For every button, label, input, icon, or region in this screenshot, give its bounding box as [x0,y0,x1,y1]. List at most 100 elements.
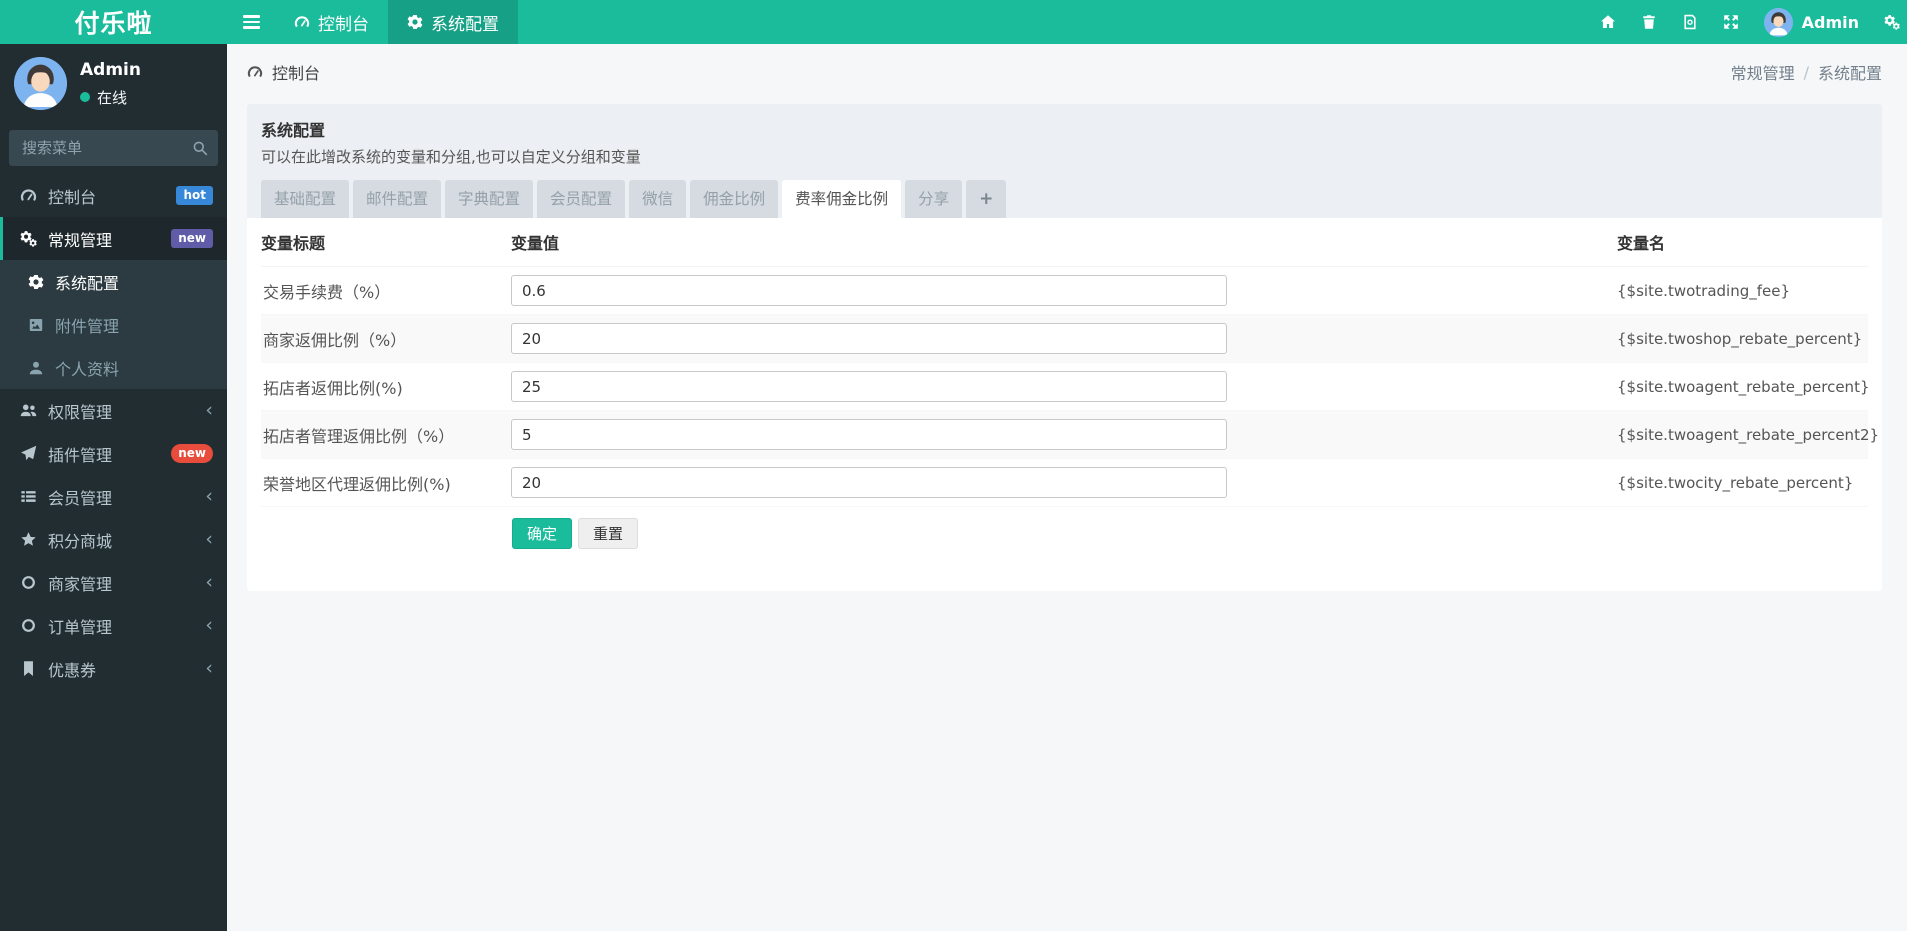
tab-mail-config[interactable]: 邮件配置 [353,180,442,218]
confirm-button[interactable]: 确定 [512,518,573,549]
home-button[interactable] [1588,0,1629,44]
page-title: 系统配置 [261,121,326,140]
table-row: 拓店者管理返佣比例（%） {$site.twoagent_rebate_perc… [261,411,1879,459]
config-table: 变量标题 变量值 变量名 交易手续费（%） {$site.twotrading_… [247,218,1882,591]
tab-commission-ratio[interactable]: 佣金比例 [690,180,779,218]
variable-name: {$site.twocity_rebate_percent} [1617,473,1854,492]
sidebar-item-merchant-management[interactable]: 商家管理 ‹ [0,561,227,604]
variable-title: 拓店者返佣比例(%) [263,378,403,398]
top-bar: 付乐啦 控制台 系统配置 Admin [0,0,1907,44]
log-button[interactable] [1670,0,1711,44]
sidebar-search [9,130,218,166]
sidebar-item-points-mall[interactable]: 积分商城 ‹ [0,518,227,561]
sidebar-toggle-button[interactable] [227,0,275,44]
chevron-left-icon: ‹ [205,614,213,636]
expand-icon [1723,14,1739,30]
breadcrumb-left[interactable]: 控制台 [247,60,320,84]
variable-value-input[interactable] [511,323,1227,354]
table-row: 荣誉地区代理返佣比例(%) {$site.twocity_rebate_perc… [261,459,1868,507]
reset-button[interactable]: 重置 [578,518,639,549]
sidebar-item-plugin-management[interactable]: 插件管理 new [0,432,227,475]
gear-icon [28,274,44,290]
table-row: 商家返佣比例（%） {$site.twoshop_rebate_percent} [261,315,1868,363]
brand-logo[interactable]: 付乐啦 [0,0,227,44]
sidebar-item-coupon[interactable]: 优惠券 ‹ [0,647,227,690]
sidebar-item-permission-management[interactable]: 权限管理 ‹ [0,389,227,432]
new-badge: new [171,444,213,463]
breadcrumb-current: 系统配置 [1817,64,1882,83]
topnav-item-dashboard[interactable]: 控制台 [275,0,388,44]
chevron-left-icon: ‹ [205,399,213,421]
variable-value-input[interactable] [511,371,1227,402]
sidebar-user-name: Admin [80,59,141,80]
gear-icon [407,14,423,30]
bookmark-icon [20,660,37,677]
log-icon [1682,14,1698,30]
breadcrumb-parent[interactable]: 常规管理 [1731,60,1795,84]
tachometer-icon [20,187,37,204]
clear-cache-button[interactable] [1629,0,1670,44]
add-tab-button[interactable]: + [966,180,1007,218]
sidebar-item-general-management[interactable]: 常规管理 new [0,217,227,260]
topnav-item-system-config[interactable]: 系统配置 [388,0,518,44]
avatar [1763,7,1793,37]
trash-icon [1641,14,1657,30]
chevron-left-icon: ‹ [205,485,213,507]
variable-title: 交易手续费（%） [263,282,391,302]
sidebar-item-member-management[interactable]: 会员管理 ‹ [0,475,227,518]
sidebar-submenu: 系统配置 附件管理 个人资料 [0,260,227,389]
top-nav: 控制台 系统配置 Admin [227,0,1907,44]
sidebar-item-attachment-management[interactable]: 附件管理 [0,303,227,346]
fullscreen-button[interactable] [1711,0,1752,44]
user-menu[interactable]: Admin [1752,7,1871,37]
variable-title: 商家返佣比例（%） [263,330,407,350]
sidebar-user-panel: Admin 在线 [0,44,227,124]
topnav-right: Admin [1588,0,1907,44]
cogs-icon [1884,14,1900,30]
tab-rate-commission-ratio[interactable]: 费率佣金比例 [782,180,902,218]
variable-name: {$site.twoshop_rebate_percent} [1617,329,1863,348]
tab-share[interactable]: 分享 [905,180,963,218]
circle-icon [20,617,37,634]
chevron-left-icon: ‹ [205,528,213,550]
online-status-label: 在线 [97,88,128,107]
variable-title: 拓店者管理返佣比例（%） [263,426,455,446]
header-variable-name: 变量名 [1617,234,1666,253]
tab-member-config[interactable]: 会员配置 [537,180,626,218]
variable-value-input[interactable] [511,467,1227,498]
tachometer-icon [247,64,263,80]
tab-wechat[interactable]: 微信 [629,180,687,218]
sidebar-item-system-config[interactable]: 系统配置 [0,260,227,303]
config-tabs: 基础配置 邮件配置 字典配置 会员配置 微信 佣金比例 费率佣金比例 分享 + [261,180,1868,218]
table-header-row: 变量标题 变量值 变量名 [261,218,1868,267]
form-actions: 确定 重置 [261,507,1868,549]
sidebar: Admin 在线 控制台 hot 常规管理 new 系统配置 [0,44,227,931]
table-row: 拓店者返佣比例(%) {$site.twoagent_rebate_percen… [261,363,1870,411]
online-status-dot [80,92,90,102]
avatar[interactable] [14,57,67,110]
header-variable-value: 变量值 [511,234,560,253]
home-icon [1600,14,1616,30]
tab-dictionary-config[interactable]: 字典配置 [445,180,534,218]
file-image-icon [28,317,44,333]
users-icon [20,402,37,419]
sidebar-item-profile[interactable]: 个人资料 [0,346,227,389]
sidebar-item-dashboard[interactable]: 控制台 hot [0,174,227,217]
tab-basic-config[interactable]: 基础配置 [261,180,350,218]
star-icon [20,531,37,548]
circle-icon [20,574,37,591]
page-subtitle: 可以在此增改系统的变量和分组,也可以自定义分组和变量 [261,148,641,166]
search-icon [192,140,208,156]
variable-value-input[interactable] [511,275,1227,306]
variable-value-input[interactable] [511,419,1227,450]
tachometer-icon [294,14,310,30]
settings-button[interactable] [1871,0,1907,44]
variable-name: {$site.twoagent_rebate_percent2} [1617,425,1880,444]
table-row: 交易手续费（%） {$site.twotrading_fee} [261,267,1868,315]
header-variable-title: 变量标题 [261,234,326,253]
breadcrumb: 控制台 常规管理 / 系统配置 [227,44,1907,100]
sidebar-item-order-management[interactable]: 订单管理 ‹ [0,604,227,647]
main-content: 控制台 常规管理 / 系统配置 系统配置 可以在此增改系统的变量和分组,也可以自… [227,0,1907,931]
variable-name: {$site.twotrading_fee} [1617,281,1791,300]
search-button[interactable] [184,132,216,164]
